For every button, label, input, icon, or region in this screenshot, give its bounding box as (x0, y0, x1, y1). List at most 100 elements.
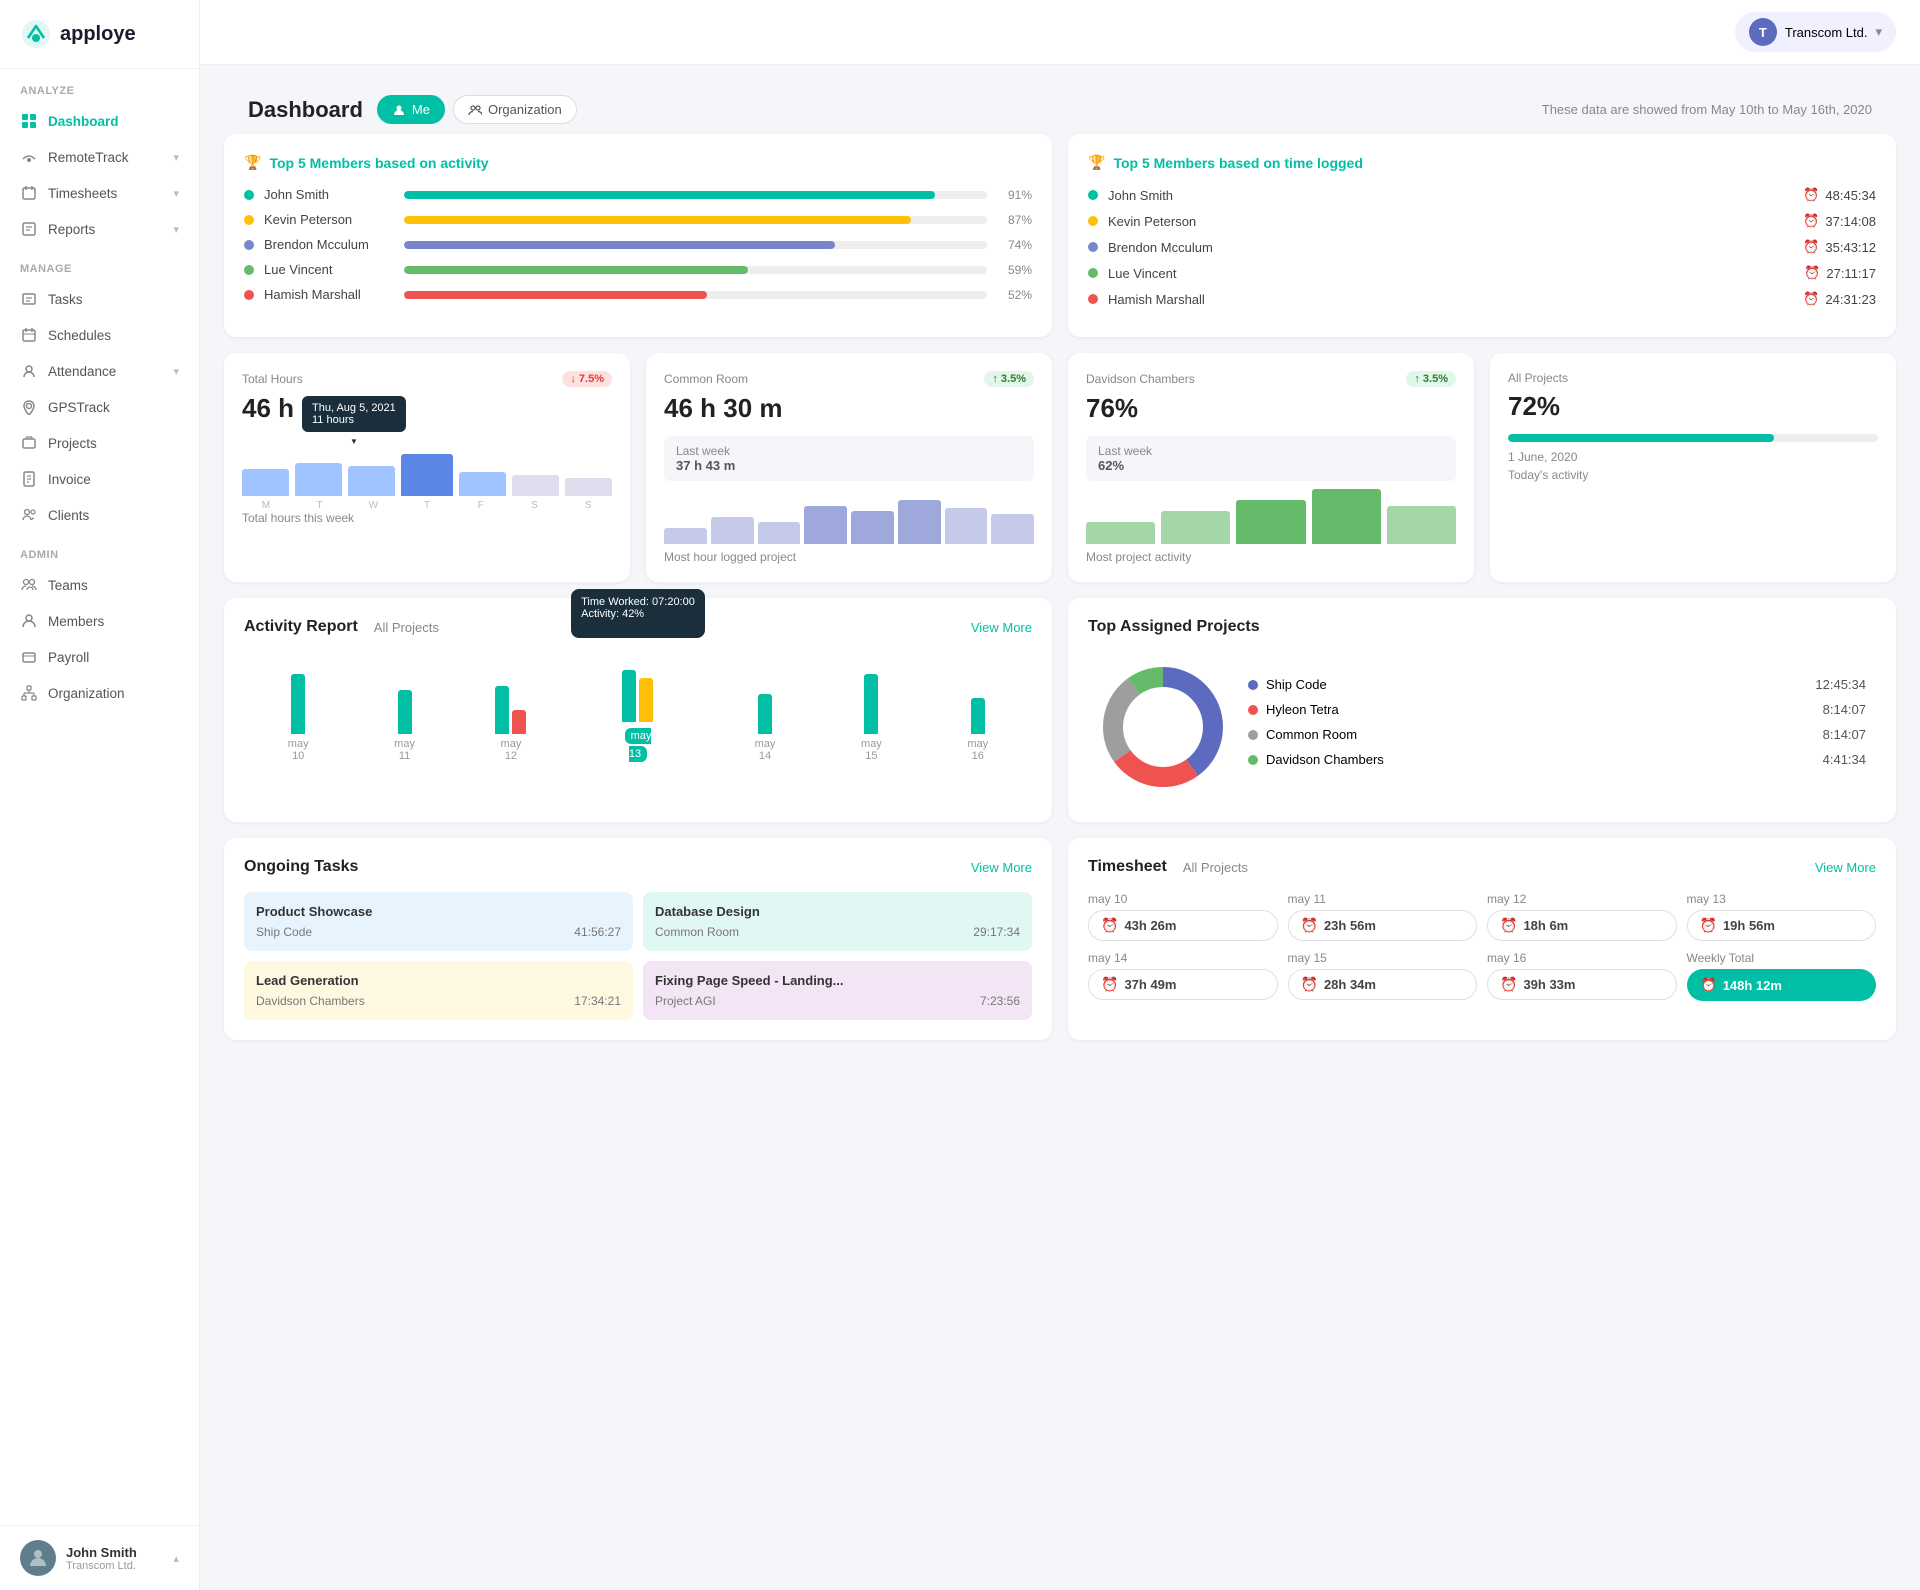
sidebar-item-reports[interactable]: Reports ▾ (0, 211, 199, 247)
timesheet-cell: may 11 ⏰ 23h 56m (1288, 892, 1478, 941)
timesheet-date: may 13 (1687, 892, 1877, 906)
member-pct: 91% (997, 188, 1032, 202)
sidebar-item-tasks[interactable]: Tasks (0, 281, 199, 317)
timesheet-time-value: ⏰ 23h 56m (1288, 910, 1478, 941)
task-project: Ship Code (256, 925, 312, 939)
list-item: Kevin Peterson ⏰ 37:14:08 (1088, 213, 1876, 229)
member-pct: 52% (997, 288, 1032, 302)
bar (851, 511, 894, 544)
payroll-icon (20, 648, 38, 666)
activity-date-label: may13 (625, 726, 652, 762)
activity-report-title: Activity Report (244, 618, 358, 636)
bar (1387, 506, 1456, 545)
clock-icon: ⏰ (1500, 976, 1517, 993)
clock-icon: ⏰ (1803, 239, 1819, 255)
sidebar-item-projects[interactable]: Projects (0, 425, 199, 461)
common-room-sublabel: Most hour logged project (664, 550, 1034, 564)
task-time: 29:17:34 (973, 925, 1020, 939)
task-time: 17:34:21 (574, 994, 621, 1008)
teams-icon (20, 576, 38, 594)
projects-icon (20, 434, 38, 452)
project-time: 8:14:07 (1823, 727, 1866, 742)
tasks-view-more[interactable]: View More (971, 860, 1032, 875)
sidebar-label-projects: Projects (48, 436, 97, 451)
member-name: Hamish Marshall (264, 287, 394, 302)
tooltip-value: 11 hours (312, 414, 396, 426)
timesheet-weekly-cell: Weekly Total ⏰ 148h 12m (1687, 951, 1877, 1001)
bar (1236, 500, 1305, 544)
page-title: Dashboard (248, 97, 363, 123)
dashboard-content: Dashboard Me Organization These data are… (200, 65, 1920, 1064)
bar (758, 522, 801, 544)
sidebar-item-dashboard[interactable]: Dashboard (0, 103, 199, 139)
task-name: Lead Generation (256, 973, 621, 988)
task-name: Database Design (655, 904, 1020, 919)
bar (401, 454, 452, 496)
sidebar-label-dashboard: Dashboard (48, 114, 119, 129)
bar-pair (622, 642, 653, 722)
view-toggle: Me Organization (377, 95, 577, 124)
sidebar-item-teams[interactable]: Teams (0, 567, 199, 603)
common-room-chart (664, 489, 1034, 544)
org-selector[interactable]: T Transcom Ltd. ▾ (1735, 12, 1896, 52)
sidebar-item-clients[interactable]: Clients (0, 497, 199, 533)
member-name: John Smith (1108, 188, 1238, 203)
bar (622, 670, 636, 722)
member-time: ⏰ 35:43:12 (1803, 239, 1876, 255)
legend-dot (1248, 705, 1258, 715)
timesheet-time-value: ⏰ 39h 33m (1487, 969, 1677, 1000)
bar (495, 686, 509, 734)
reports-icon (20, 220, 38, 238)
timesheet-view-more[interactable]: View More (1815, 860, 1876, 875)
sidebar-item-invoice[interactable]: Invoice (0, 461, 199, 497)
main-content: T Transcom Ltd. ▾ Dashboard Me Organizat… (200, 0, 1920, 1590)
bar (512, 710, 526, 734)
list-item: Lead Generation Davidson Chambers 17:34:… (244, 961, 633, 1020)
task-meta: Davidson Chambers 17:34:21 (256, 994, 621, 1008)
bar (898, 500, 941, 544)
sidebar-item-organization[interactable]: Organization (0, 675, 199, 711)
view-org-button[interactable]: Organization (453, 95, 577, 124)
sidebar-item-remotetrack[interactable]: RemoteTrack ▾ (0, 139, 199, 175)
sidebar-item-attendance[interactable]: Attendance ▾ (0, 353, 199, 389)
timesheet-time-value: ⏰ 28h 34m (1288, 969, 1478, 1000)
all-projects-card: All Projects 72% 1 June, 2020 Today's ac… (1490, 353, 1896, 582)
legend-dot (1248, 755, 1258, 765)
project-name: Ship Code (1266, 677, 1327, 692)
top-projects-card: Top Assigned Projects (1068, 598, 1896, 822)
activity-view-more[interactable]: View More (971, 620, 1032, 635)
avatar (20, 1540, 56, 1576)
timesheet-time-value: ⏰ 43h 26m (1088, 910, 1278, 941)
list-item: Brendon Mcculum 74% (244, 237, 1032, 252)
total-hours-card: Total Hours ↓ 7.5% 46 h 30 m Thu, Aug 5,… (224, 353, 630, 582)
sidebar-label-gpstrack: GPSTrack (48, 400, 110, 415)
gpstrack-icon (20, 398, 38, 416)
organization-icon (20, 684, 38, 702)
sidebar-item-payroll[interactable]: Payroll (0, 639, 199, 675)
bar-pair (495, 654, 526, 734)
sidebar-item-schedules[interactable]: Schedules (0, 317, 199, 353)
sidebar-item-members[interactable]: Members (0, 603, 199, 639)
total-hours-labels: MTWTFSS (242, 500, 612, 511)
timesheet-card: Timesheet All Projects View More may 10 … (1068, 838, 1896, 1040)
task-name: Fixing Page Speed - Landing... (655, 973, 1020, 988)
list-item: Davidson Chambers 4:41:34 (1248, 752, 1866, 767)
common-room-card: Common Room ↑ 3.5% 46 h 30 m Last week 3… (646, 353, 1052, 582)
bar (1161, 511, 1230, 544)
view-me-button[interactable]: Me (377, 95, 445, 124)
member-time: ⏰ 48:45:34 (1803, 187, 1876, 203)
activity-chart-container: may10 may11 may12 Time Worked: 07:20:00 … (244, 652, 1032, 792)
sidebar-item-gpstrack[interactable]: GPSTrack (0, 389, 199, 425)
bar (639, 678, 653, 722)
logo: apploye (0, 0, 199, 69)
bar (295, 463, 342, 496)
bar-pair (971, 654, 985, 734)
task-time: 7:23:56 (980, 994, 1020, 1008)
all-projects-label: All Projects (1508, 371, 1878, 385)
bar (565, 478, 612, 496)
timesheet-date: may 16 (1487, 951, 1677, 965)
bar (991, 514, 1034, 544)
user-profile[interactable]: John Smith Transcom Ltd. ▴ (0, 1525, 199, 1590)
bar (945, 508, 988, 544)
sidebar-item-timesheets[interactable]: Timesheets ▾ (0, 175, 199, 211)
